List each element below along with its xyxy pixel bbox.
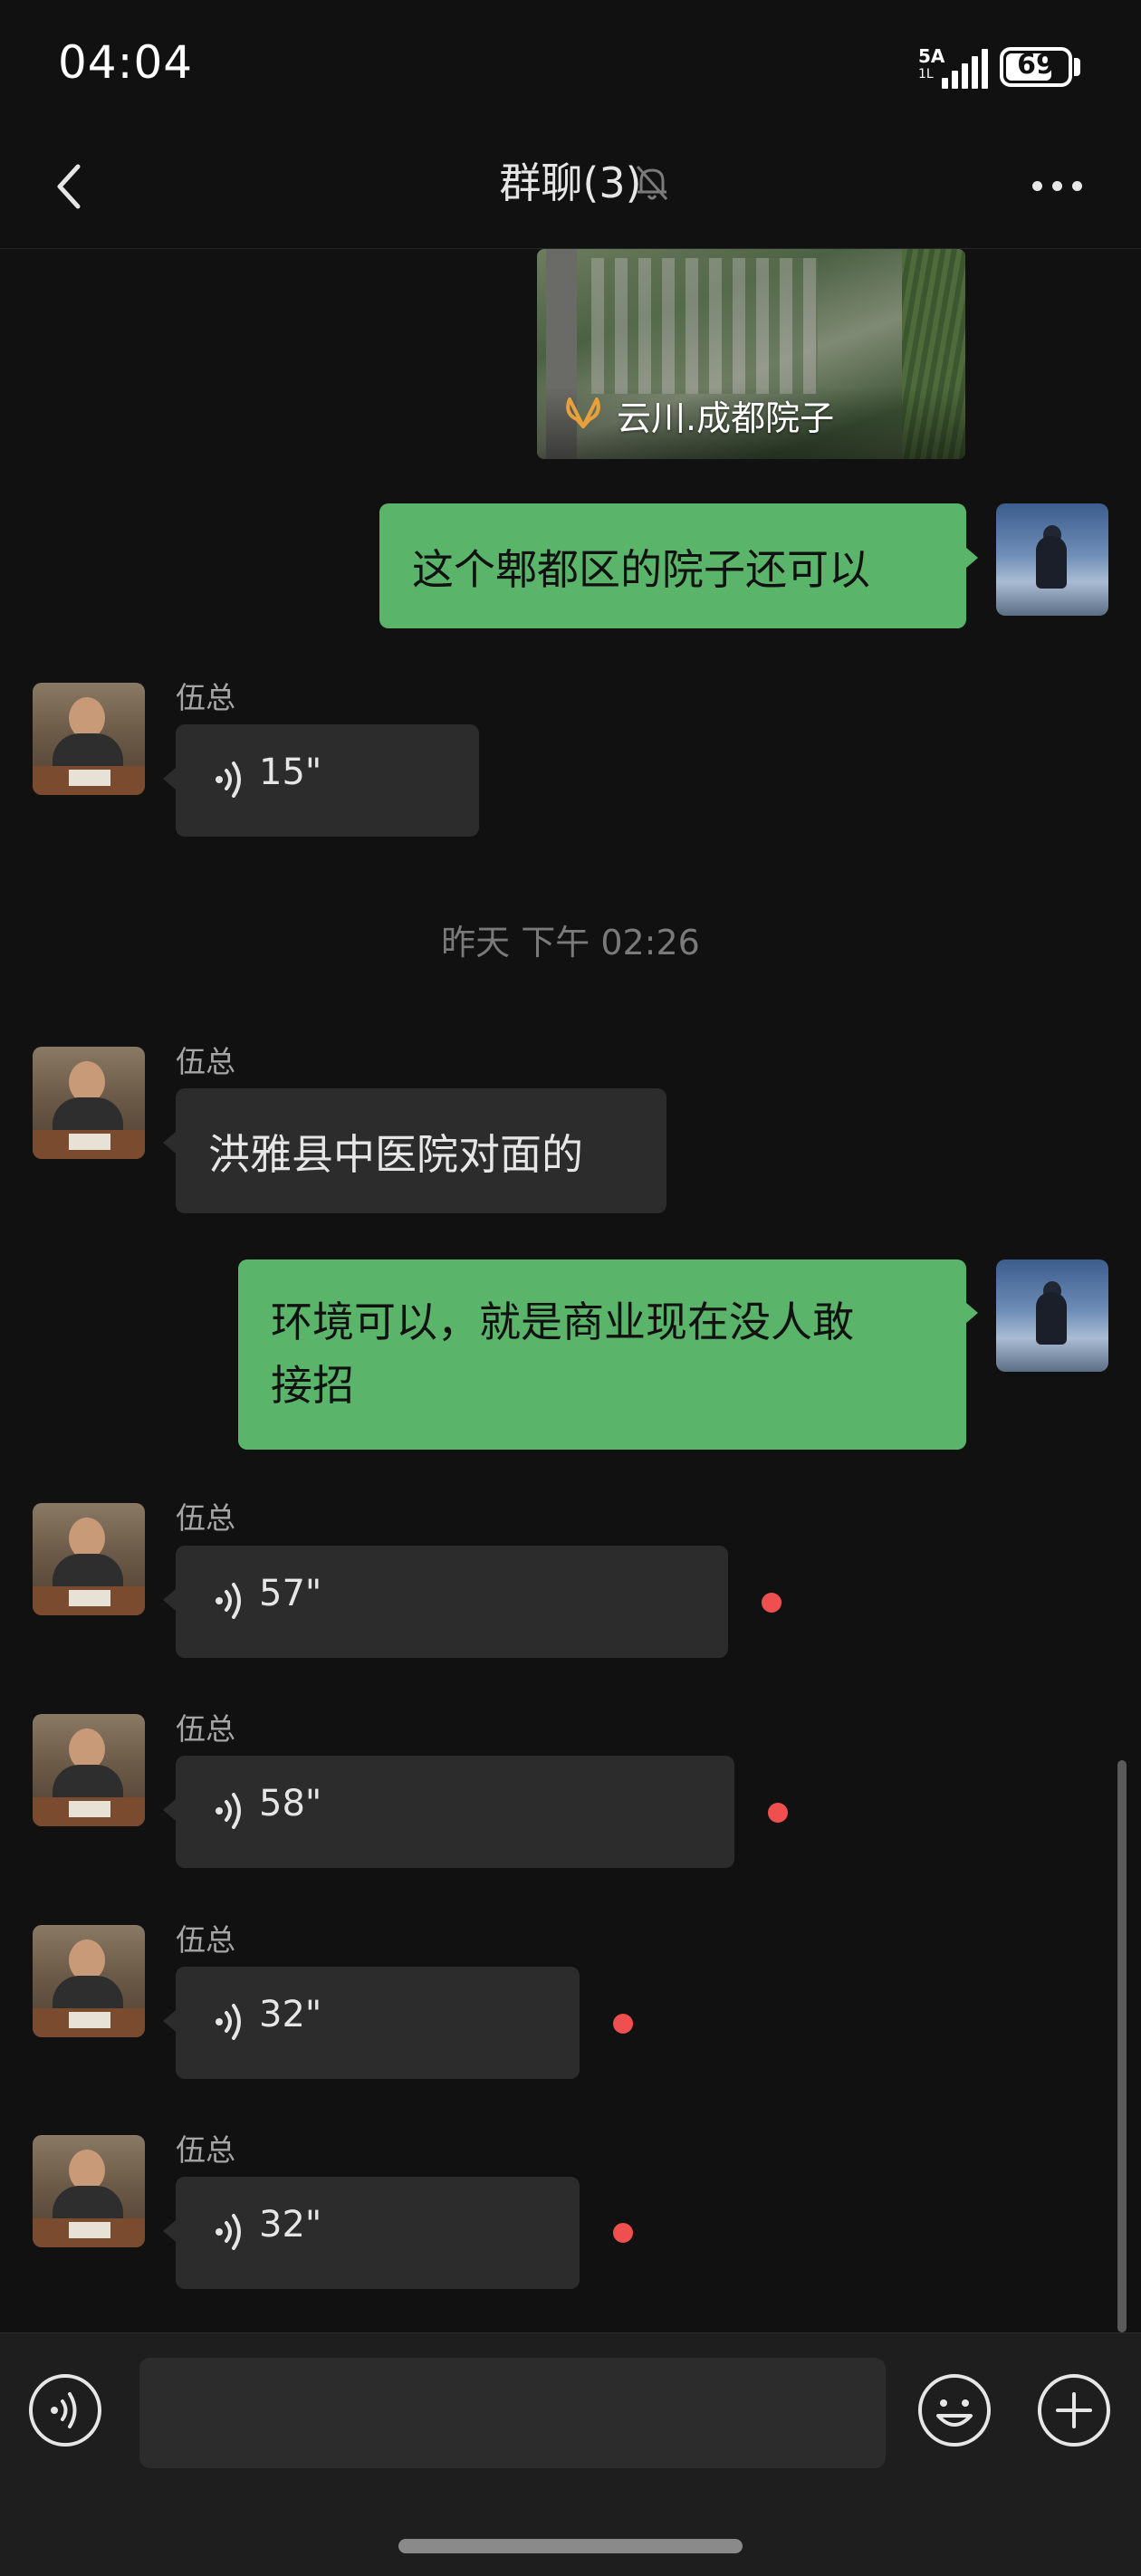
self-avatar[interactable] — [996, 1259, 1108, 1372]
unread-dot — [762, 1593, 781, 1613]
bubble-tail — [965, 1302, 978, 1324]
message-input[interactable] — [139, 2358, 886, 2468]
message-text-line: 接招 — [271, 1361, 354, 1410]
voice-message-bubble[interactable]: 58" — [176, 1756, 734, 1868]
outgoing-text-bubble[interactable]: 这个郫都区的院子还可以 — [379, 503, 966, 628]
network-sub: 1L — [918, 67, 934, 81]
voice-message-bubble[interactable]: 57" — [176, 1546, 728, 1658]
bubble-tail — [163, 1589, 176, 1611]
message-text-line: 环境可以，就是商业现在没人敢 — [271, 1298, 854, 1346]
bubble-tail — [163, 1132, 176, 1154]
network-type: 5A — [918, 45, 945, 67]
sender-avatar[interactable] — [33, 1714, 145, 1826]
bubble-tail — [163, 768, 176, 790]
voice-message-bubble[interactable]: 32" — [176, 1967, 580, 2079]
voice-duration: 32" — [259, 2204, 322, 2246]
voice-message-bubble[interactable]: 15" — [176, 724, 479, 837]
image-message[interactable]: 云川.成都院子 — [537, 249, 965, 459]
self-avatar[interactable] — [996, 503, 1108, 616]
message-text: 这个郫都区的院子还可以 — [412, 545, 870, 594]
bubble-tail — [965, 547, 978, 569]
sender-name: 伍总 — [176, 680, 235, 715]
sender-name: 伍总 — [176, 2132, 235, 2168]
bubble-tail — [163, 1799, 176, 1821]
voice-wave-icon — [216, 1583, 241, 1619]
sender-avatar[interactable] — [33, 1925, 145, 2037]
signal-icon — [942, 49, 989, 89]
sender-avatar[interactable] — [33, 1047, 145, 1159]
battery-icon: 69 — [1000, 47, 1072, 87]
unread-dot — [613, 2014, 633, 2034]
voice-duration: 32" — [259, 1994, 322, 2035]
timestamp: 昨天 下午 02:26 — [441, 923, 700, 962]
sender-avatar[interactable] — [33, 1503, 145, 1615]
sender-avatar[interactable] — [33, 2135, 145, 2247]
bubble-tail — [163, 2220, 176, 2242]
voice-duration: 15" — [259, 752, 322, 793]
sender-name: 伍总 — [176, 1500, 235, 1536]
voice-wave-icon — [216, 2004, 241, 2040]
incoming-text-bubble[interactable]: 洪雅县中医院对面的 — [176, 1088, 666, 1213]
sender-name: 伍总 — [176, 1711, 235, 1747]
voice-wave-icon — [216, 1793, 241, 1829]
plus-icon[interactable] — [1036, 2372, 1112, 2448]
sender-avatar[interactable] — [33, 683, 145, 795]
sender-name: 伍总 — [176, 1044, 235, 1079]
sender-name: 伍总 — [176, 1922, 235, 1958]
voice-message-bubble[interactable]: 32" — [176, 2177, 580, 2289]
bubble-tail — [163, 2010, 176, 2032]
status-time: 04:04 — [58, 36, 194, 89]
scrollbar[interactable] — [1117, 1760, 1127, 2332]
voice-duration: 57" — [259, 1573, 322, 1614]
voice-wave-icon — [216, 2214, 241, 2250]
battery-tip — [1074, 58, 1080, 76]
message-text: 洪雅县中医院对面的 — [208, 1130, 583, 1179]
unread-dot — [613, 2223, 633, 2243]
image-houses — [591, 258, 818, 394]
voice-duration: 58" — [259, 1783, 322, 1824]
bell-off-icon — [636, 166, 668, 200]
chat-title: 群聊(3) — [499, 158, 642, 207]
outgoing-text-bubble[interactable]: 环境可以，就是商业现在没人敢 接招 — [238, 1259, 966, 1450]
emoji-icon[interactable] — [916, 2372, 992, 2448]
home-indicator[interactable] — [398, 2539, 743, 2553]
more-dots-icon[interactable] — [1031, 177, 1085, 196]
voice-input-icon[interactable] — [27, 2372, 103, 2448]
battery-level: 69 — [1017, 49, 1055, 81]
butterfly-logo-icon — [566, 397, 600, 428]
unread-dot — [768, 1803, 788, 1823]
image-caption: 云川.成都院子 — [617, 398, 835, 438]
voice-wave-icon — [216, 761, 241, 798]
